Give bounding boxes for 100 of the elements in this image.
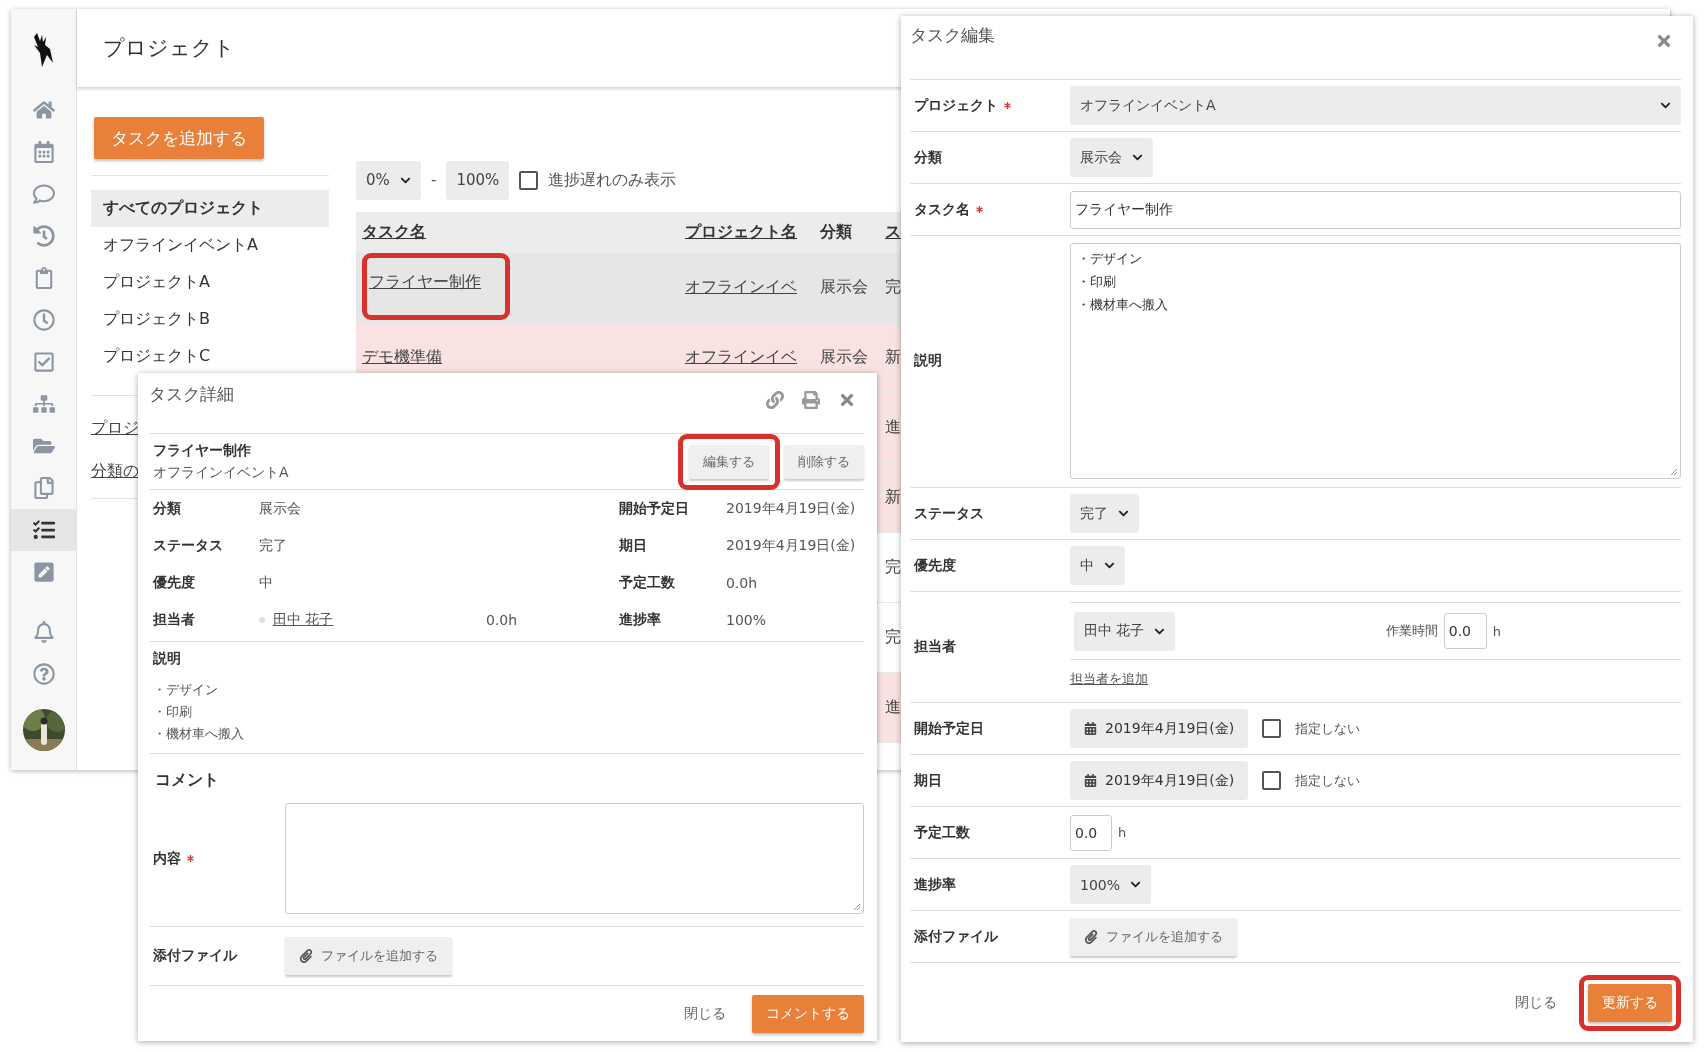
field-value: 2019年4月19日(金) (726, 499, 857, 518)
project-name: オフラインイベントA (153, 463, 289, 482)
field-value: 完了 (259, 536, 288, 555)
field-label: 担当者 (914, 638, 956, 656)
unit-label: h (1492, 623, 1501, 639)
page-title: プロジェクト (103, 35, 235, 62)
edit-button[interactable]: 編集する (689, 444, 769, 479)
column-header[interactable]: タスク名 (356, 212, 679, 253)
print-icon[interactable] (802, 391, 820, 409)
sidebar-link[interactable]: プロジ (91, 418, 139, 439)
date-picker-button[interactable]: 2019年4月19日(金) (1070, 709, 1249, 748)
range-dash: - (431, 171, 437, 189)
assignee-select[interactable]: 田中 花子 (1074, 611, 1176, 651)
field-label: ステータス (153, 536, 224, 555)
chevron-down-icon (1130, 879, 1142, 890)
unit-label: h (1118, 825, 1127, 840)
close-button[interactable]: 閉じる (678, 1003, 732, 1024)
home-icon (32, 99, 55, 121)
assignee-link[interactable]: 田中 花子 (273, 610, 334, 629)
chevron-down-icon (1660, 100, 1671, 111)
task-name-field[interactable]: フライヤー制作 (1070, 190, 1681, 229)
project-list-item[interactable]: プロジェクトB (91, 301, 329, 338)
add-assignee-link[interactable]: 担当者を追加 (1070, 670, 1148, 688)
bell-icon (32, 621, 55, 643)
estimate-field[interactable]: 0.0 (1070, 814, 1112, 851)
sidebar-item[interactable] (11, 509, 76, 551)
max-progress-select[interactable]: 100% (446, 160, 510, 200)
calendar-icon (1084, 774, 1097, 787)
close-icon[interactable] (838, 391, 856, 409)
description-line: ・機材車へ搬入 (1077, 296, 1169, 314)
dialog-title: タスク編集 (910, 24, 995, 47)
project-list-item[interactable]: プロジェクトC (91, 338, 329, 375)
checklist-icon (32, 519, 55, 541)
field-label: 添付ファイル (153, 947, 237, 965)
sidebar-link[interactable]: 分類の (91, 461, 139, 482)
delete-button[interactable]: 削除する (784, 444, 864, 479)
dropdown-select[interactable]: 100% (1070, 865, 1152, 904)
table-cell: 完 (879, 253, 901, 323)
field-value: 中 (259, 573, 274, 592)
column-header[interactable]: プロジェクト名 (679, 212, 814, 253)
field-label: プロジェクト (914, 96, 998, 115)
speech-bubble-icon (32, 183, 55, 205)
field-label: 期日 (619, 536, 648, 555)
description-line: ・印刷 (153, 703, 193, 721)
unset-checkbox[interactable] (1262, 771, 1282, 790)
add-file-button[interactable]: ファイルを追加する (285, 937, 452, 975)
task-link[interactable]: デモ機準備 (362, 347, 442, 368)
column-header[interactable]: 分類 (814, 212, 879, 253)
table-cell: 新 (879, 463, 901, 533)
checkbox-icon (32, 351, 55, 373)
table-cell: 展示会 (814, 253, 879, 323)
close-button[interactable]: 閉じる (1509, 992, 1563, 1013)
dropdown-select[interactable]: 完了 (1070, 494, 1139, 533)
calendar-icon (32, 141, 55, 163)
column-header[interactable]: ス (879, 212, 901, 253)
add-file-button[interactable]: ファイルを追加する (1070, 917, 1237, 956)
description-line: ・デザイン (1077, 250, 1143, 268)
description-line: ・機材車へ搬入 (153, 725, 245, 743)
field-label: 分類 (914, 148, 942, 167)
hours-field[interactable]: 0.0 (1443, 613, 1487, 649)
field-label: 期日 (914, 771, 942, 790)
calendar-icon (1084, 722, 1097, 735)
project-list-item[interactable]: すべてのプロジェクト (91, 190, 329, 227)
hours-label: 作業時間 (1385, 622, 1438, 640)
paperclip-icon (1084, 929, 1098, 944)
resize-grip-icon (853, 903, 861, 911)
checkbox-label: 指定しない (1295, 771, 1361, 790)
min-progress-select[interactable]: 0% (356, 160, 421, 200)
close-icon[interactable] (1655, 32, 1673, 50)
task-name: フライヤー制作 (153, 441, 252, 460)
description-line: ・印刷 (1077, 273, 1117, 291)
field-label: 添付ファイル (914, 927, 998, 946)
dropdown-select[interactable]: 中 (1070, 546, 1125, 585)
history-icon (32, 225, 55, 247)
help-icon (32, 663, 55, 685)
table-cell: 進 (879, 673, 901, 743)
table-cell: 新 (879, 323, 901, 393)
field-label: 優先度 (914, 556, 956, 575)
field-label: 内容 (153, 849, 181, 868)
link-icon[interactable] (766, 391, 784, 409)
project-list-item[interactable]: オフラインイベントA (91, 227, 329, 264)
delayed-only-checkbox[interactable] (519, 170, 539, 190)
comment-heading: コメント (155, 770, 220, 791)
task-link[interactable]: フライヤー制作 (369, 272, 481, 293)
field-label: 進捗率 (914, 875, 956, 894)
clock-icon (32, 309, 55, 331)
project-list-item[interactable]: プロジェクトA (91, 264, 329, 301)
dropdown-select[interactable]: 展示会 (1070, 138, 1153, 177)
unset-checkbox[interactable] (1262, 719, 1282, 738)
project-select[interactable]: オフラインイベントA (1070, 86, 1681, 125)
description-field[interactable]: ・デザイン ・印刷 ・機材車へ搬入 (1070, 243, 1681, 479)
field-label: タスク名 (914, 200, 970, 219)
field-value: 2019年4月19日(金) (726, 536, 857, 555)
field-label: 予定工数 (914, 823, 970, 842)
sitemap-icon (32, 393, 55, 415)
field-value: 0.0h (726, 574, 759, 591)
copy-icon (32, 477, 55, 499)
status-dot (259, 616, 265, 623)
comment-field[interactable] (285, 803, 864, 914)
date-picker-button[interactable]: 2019年4月19日(金) (1070, 761, 1249, 800)
